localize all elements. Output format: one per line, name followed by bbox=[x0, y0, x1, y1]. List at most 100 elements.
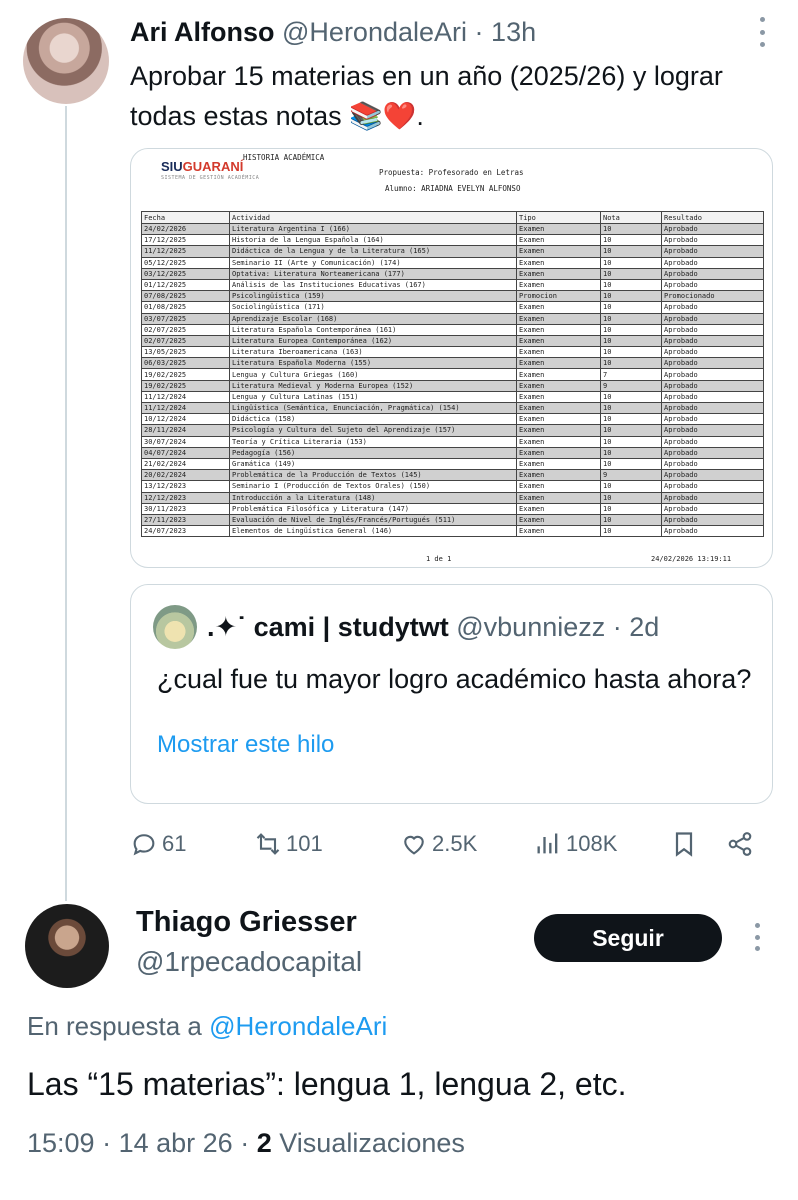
table-row: 24/07/2023 Elementos de Lingüística Gener… bbox=[141, 525, 764, 538]
table-cell: Psicolingüística (159) bbox=[229, 290, 517, 303]
table-cell: Seminario I (Producción de Textos Orales… bbox=[229, 480, 517, 493]
table-cell: Aprobado bbox=[661, 491, 764, 504]
table-cell: 9 bbox=[600, 379, 662, 392]
table-cell: Seminario II (Arte y Comunicación) (174) bbox=[229, 256, 517, 269]
table-cell: Examen bbox=[516, 334, 601, 348]
table-cell: Didáctica (158) bbox=[229, 413, 517, 426]
table-row: 27/11/2023 Evaluación de Nivel de Inglés/… bbox=[141, 513, 764, 527]
logo-guarani: GUARANÍ bbox=[182, 159, 244, 174]
table-cell: 19/02/2025 bbox=[141, 379, 230, 392]
in-reply-handle-link[interactable]: @HerondaleAri bbox=[209, 1011, 387, 1041]
table-cell: 10 bbox=[600, 401, 662, 415]
table-cell: 01/08/2025 bbox=[141, 301, 230, 314]
table-cell: Didáctica de la Lengua y de la Literatur… bbox=[229, 245, 517, 258]
more-options-icon[interactable] bbox=[752, 12, 772, 52]
reply-views-label: Visualizaciones bbox=[279, 1128, 465, 1158]
quoted-header: .✦˙ cami | studytwt @vbunniezz · 2d bbox=[207, 609, 659, 645]
table-cell: 30/07/2024 bbox=[141, 435, 230, 448]
table-cell: Optativa: Literatura Norteamericana (177… bbox=[229, 267, 517, 280]
academic-record-document: SIUGUARANÍ SISTEMA DE GESTIÓN ACADÉMICA … bbox=[131, 149, 772, 567]
table-cell: Examen bbox=[516, 245, 601, 258]
bookmark-button[interactable] bbox=[670, 824, 702, 864]
table-cell: 10 bbox=[600, 525, 662, 538]
reply-button[interactable]: 61 bbox=[130, 824, 186, 864]
attached-image[interactable]: SIUGUARANÍ SISTEMA DE GESTIÓN ACADÉMICA … bbox=[130, 148, 773, 568]
separator: · bbox=[102, 1128, 112, 1158]
reply-author-name[interactable]: Thiago Griesser bbox=[136, 906, 357, 939]
table-cell: Aprobado bbox=[661, 323, 764, 336]
reply-more-options-icon[interactable] bbox=[748, 920, 766, 954]
table-cell: Evaluación de Nivel de Inglés/Francés/Po… bbox=[229, 513, 517, 527]
table-cell: Examen bbox=[516, 368, 601, 381]
table-row: 01/12/2025 Análisis de las Instituciones … bbox=[141, 278, 764, 292]
reply-date[interactable]: 14 abr 26 bbox=[119, 1128, 233, 1158]
quoted-post[interactable]: .✦˙ cami | studytwt @vbunniezz · 2d ¿cua… bbox=[130, 584, 773, 804]
table-cell: Aprobado bbox=[661, 301, 764, 314]
table-cell: Examen bbox=[516, 379, 601, 392]
table-cell: Examen bbox=[516, 401, 601, 415]
share-button[interactable] bbox=[726, 824, 758, 864]
table-cell: 28/11/2024 bbox=[141, 424, 230, 437]
table-cell: Aprobado bbox=[661, 222, 764, 236]
table-cell: 30/11/2023 bbox=[141, 502, 230, 515]
reply-icon bbox=[133, 834, 155, 856]
table-cell: Examen bbox=[516, 502, 601, 515]
table-cell: Aprobado bbox=[661, 413, 764, 426]
retweet-button[interactable]: 101 bbox=[254, 824, 323, 864]
table-cell: Aprobado bbox=[661, 346, 764, 359]
views-button[interactable]: 108K bbox=[534, 824, 617, 864]
quoted-avatar bbox=[153, 605, 197, 649]
table-cell: Introducción a la Literatura (148) bbox=[229, 491, 517, 504]
table-row: 12/12/2023 Introducción a la Literatura (… bbox=[141, 491, 764, 504]
quoted-author-name: cami | studytwt bbox=[253, 612, 449, 642]
retweet-icon bbox=[256, 833, 280, 855]
table-header-cell: Fecha bbox=[141, 211, 230, 224]
author-handle[interactable]: @HerondaleAri bbox=[282, 17, 467, 47]
table-cell: 06/03/2025 bbox=[141, 357, 230, 370]
table-cell: Aprendizaje Escolar (168) bbox=[229, 312, 517, 325]
table-header-cell: Actividad bbox=[229, 211, 517, 224]
post-time[interactable]: 13h bbox=[491, 17, 536, 47]
table-cell: Aprobado bbox=[661, 502, 764, 515]
document-heading: HISTORIA ACADÉMICA bbox=[243, 153, 325, 162]
table-cell: 13/05/2025 bbox=[141, 346, 230, 359]
table-row: 19/02/2025 Lengua y Cultura Griegas (160)… bbox=[141, 368, 764, 381]
table-cell: 24/07/2023 bbox=[141, 525, 230, 538]
table-cell: Aprobado bbox=[661, 312, 764, 325]
table-cell: 02/07/2025 bbox=[141, 323, 230, 336]
table-cell: Examen bbox=[516, 457, 601, 471]
table-cell: Lengua y Cultura Griegas (160) bbox=[229, 368, 517, 381]
reply-avatar[interactable] bbox=[25, 904, 109, 988]
table-cell: 10 bbox=[600, 334, 662, 348]
table-row: 02/07/2025 Literatura Europea Contemporán… bbox=[141, 334, 764, 348]
table-row: 04/07/2024 Pedagogía (156) Examen 10 Aprobad… bbox=[141, 446, 764, 459]
follow-button[interactable]: Seguir bbox=[534, 914, 722, 962]
show-thread-link[interactable]: Mostrar este hilo bbox=[157, 731, 334, 759]
table-cell: Examen bbox=[516, 256, 601, 269]
like-button[interactable]: 2.5K bbox=[400, 824, 477, 864]
table-cell: 9 bbox=[600, 469, 662, 482]
table-cell: Examen bbox=[516, 480, 601, 493]
reply-time[interactable]: 15:09 bbox=[27, 1128, 95, 1158]
table-cell: Examen bbox=[516, 312, 601, 325]
in-reply-to: En respuesta a @HerondaleAri bbox=[27, 1011, 387, 1042]
avatar[interactable] bbox=[23, 18, 109, 104]
document-page-number: 1 de 1 bbox=[426, 555, 452, 563]
logo-siu: SIU bbox=[161, 159, 183, 174]
quoted-author-handle: @vbunniezz bbox=[456, 612, 606, 642]
table-cell: Examen bbox=[516, 491, 601, 504]
reply-author-handle[interactable]: @1rpecadocapital bbox=[136, 946, 362, 978]
grades-table: Fecha Actividad Tipo Nota Resultado 24/02/20… bbox=[141, 211, 764, 538]
table-cell: 10 bbox=[600, 245, 662, 258]
author-name[interactable]: Ari Alfonso bbox=[130, 17, 275, 47]
table-cell: Gramática (149) bbox=[229, 457, 517, 471]
table-cell: Aprobado bbox=[661, 469, 764, 482]
table-cell: Examen bbox=[516, 435, 601, 448]
table-cell: 04/07/2024 bbox=[141, 446, 230, 459]
table-cell: Promocionado bbox=[661, 290, 764, 303]
table-cell: 10 bbox=[600, 435, 662, 448]
table-row: 11/12/2025 Didáctica de la Lengua y de la… bbox=[141, 245, 764, 258]
table-cell: Sociolingüística (171) bbox=[229, 301, 517, 314]
table-cell: 21/02/2024 bbox=[141, 457, 230, 471]
table-cell: 10 bbox=[600, 346, 662, 359]
